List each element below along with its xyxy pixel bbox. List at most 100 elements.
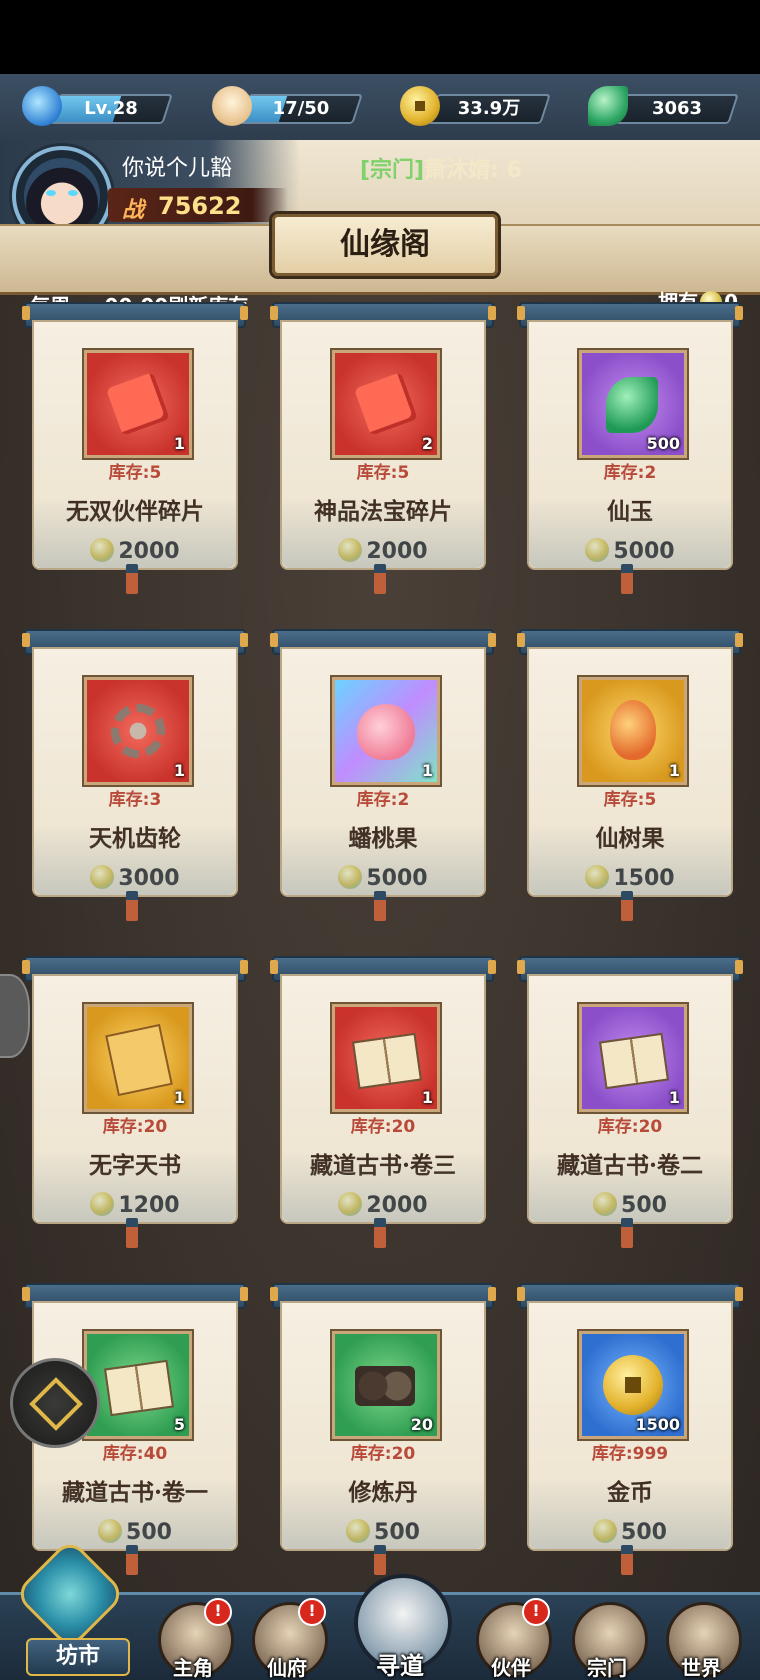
item-card[interactable]: 1 库存:5 仙树果 1500 <box>517 629 743 921</box>
tassel <box>374 891 386 921</box>
item-price[interactable]: 500 <box>529 1192 731 1218</box>
player-name: 你说个儿豁 <box>122 156 233 181</box>
level-value: Lv.28 <box>84 98 138 119</box>
item-stock: 库存:5 <box>108 463 162 483</box>
puzzle-icon <box>105 371 171 437</box>
gear-shape <box>111 704 165 758</box>
item-card[interactable]: 1 库存:2 蟠桃果 5000 <box>270 629 496 921</box>
resource-bar: Lv.28 17/50 33.9万 3063 <box>0 74 760 143</box>
item-price[interactable]: 2000 <box>34 538 236 564</box>
book-y-shape <box>105 1023 173 1097</box>
item-stock: 库存:20 <box>350 1117 416 1137</box>
item-price[interactable]: 3000 <box>34 865 236 891</box>
item-price[interactable]: 500 <box>34 1519 236 1545</box>
item-stock: 库存:5 <box>356 463 410 483</box>
item-price-value: 1200 <box>118 1193 180 1218</box>
fairy-coin-icon <box>338 538 363 562</box>
item-price-value: 5000 <box>366 866 428 891</box>
item-price[interactable]: 500 <box>529 1519 731 1545</box>
item-count: 1 <box>173 434 185 453</box>
copper-bar[interactable]: 33.9万 <box>427 94 551 124</box>
avatar-eye <box>46 190 56 196</box>
item-icon-frame: 1 <box>332 1004 440 1112</box>
power-label: 战 <box>122 198 145 223</box>
item-price[interactable]: 1200 <box>34 1192 236 1218</box>
card-paper: 2 库存:5 神品法宝碎片 2000 <box>280 320 486 570</box>
tassel <box>374 564 386 594</box>
item-name: 仙树果 <box>595 825 665 852</box>
item-card[interactable]: 1 库存:5 无双伙伴碎片 2000 <box>22 302 248 594</box>
copper-value: 33.9万 <box>457 98 521 119</box>
item-name: 金币 <box>607 1479 653 1506</box>
item-price-value: 1500 <box>613 866 675 891</box>
item-card[interactable]: 1500 库存:999 金币 500 <box>517 1283 743 1575</box>
puzzle-shape <box>105 371 171 437</box>
item-price[interactable]: 5000 <box>529 538 731 564</box>
item-stock: 库存:20 <box>597 1117 663 1137</box>
item-name: 修炼丹 <box>348 1479 418 1506</box>
nav-item[interactable]: ! 伙伴 <box>470 1598 552 1680</box>
nav-item[interactable]: ! 主角 <box>152 1598 234 1680</box>
nav-seek-dao[interactable]: 寻道 <box>350 1574 452 1680</box>
item-icon-frame: 1 <box>579 1004 687 1112</box>
peach-icon <box>355 700 417 762</box>
nav-item[interactable]: ! 仙府 <box>246 1598 328 1680</box>
bun-icon <box>212 86 252 126</box>
tassel <box>621 1218 633 1248</box>
book-icon <box>103 1354 175 1417</box>
item-card[interactable]: 20 库存:20 修炼丹 500 <box>270 1283 496 1575</box>
tassel <box>126 1218 138 1248</box>
tassel <box>374 1218 386 1248</box>
tassel <box>621 891 633 921</box>
nav-label: 伙伴 <box>491 1656 531 1680</box>
side-handle[interactable] <box>0 974 30 1058</box>
item-stock: 库存:20 <box>350 1444 416 1464</box>
item-price[interactable]: 500 <box>282 1519 484 1545</box>
sect-message[interactable]: [宗门]萧沐婧: 6 <box>360 152 522 184</box>
pills-shape <box>355 1366 415 1406</box>
sect-text: 萧沐婧: 6 <box>424 158 522 183</box>
item-price-value: 500 <box>374 1520 420 1545</box>
item-price-value: 2000 <box>366 1193 428 1218</box>
item-name: 藏道古书·卷一 <box>61 1479 208 1506</box>
item-card[interactable]: 1 库存:20 藏道古书·卷二 500 <box>517 956 743 1248</box>
fairy-coin-icon <box>90 538 115 562</box>
jade-bar[interactable]: 3063 <box>615 94 739 124</box>
item-card[interactable]: 1 库存:20 藏道古书·卷三 2000 <box>270 956 496 1248</box>
item-stock: 库存:20 <box>102 1117 168 1137</box>
fairy-coin-icon <box>593 1192 618 1216</box>
item-card[interactable]: 500 库存:2 仙玉 5000 <box>517 302 743 594</box>
gem-leaf-shape <box>606 377 658 433</box>
item-price[interactable]: 2000 <box>282 538 484 564</box>
item-count: 1500 <box>635 1415 680 1434</box>
item-card[interactable]: 1 库存:20 无字天书 1200 <box>22 956 248 1248</box>
copper-coin-icon <box>400 86 440 126</box>
quick-menu-button[interactable] <box>10 1358 100 1448</box>
sect-tag: [宗门] <box>360 158 425 183</box>
item-name: 天机齿轮 <box>89 825 181 852</box>
nav-item[interactable]: 世界 <box>660 1602 742 1680</box>
fairy-coin-icon <box>338 865 363 889</box>
item-price[interactable]: 1500 <box>529 865 731 891</box>
dragon-icon <box>22 86 62 126</box>
gear-icon <box>107 700 169 762</box>
item-price[interactable]: 2000 <box>282 1192 484 1218</box>
nav-item[interactable]: 宗门 <box>566 1602 648 1680</box>
item-card[interactable]: 2 库存:5 神品法宝碎片 2000 <box>270 302 496 594</box>
nav-market-label: 坊市 <box>26 1638 130 1676</box>
item-icon-frame: 1 <box>579 677 687 785</box>
item-icon-frame: 2 <box>332 350 440 458</box>
item-stock: 库存:999 <box>591 1444 669 1464</box>
item-price[interactable]: 5000 <box>282 865 484 891</box>
item-icon-frame: 500 <box>579 350 687 458</box>
nav-market[interactable]: 坊市 <box>10 1537 130 1676</box>
item-name: 无双伙伴碎片 <box>66 498 204 525</box>
item-icon-frame: 20 <box>332 1331 440 1439</box>
item-card[interactable]: 1 库存:3 天机齿轮 3000 <box>22 629 248 921</box>
item-count: 1 <box>421 1088 433 1107</box>
card-paper: 1 库存:3 天机齿轮 3000 <box>32 647 238 897</box>
book-shape <box>351 1032 423 1090</box>
item-price-value: 500 <box>126 1520 172 1545</box>
game-screen: Lv.28 17/50 33.9万 3063 你说个儿豁 战 75622 [宗门… <box>0 74 760 1680</box>
item-icon-frame: 1 <box>84 677 192 785</box>
